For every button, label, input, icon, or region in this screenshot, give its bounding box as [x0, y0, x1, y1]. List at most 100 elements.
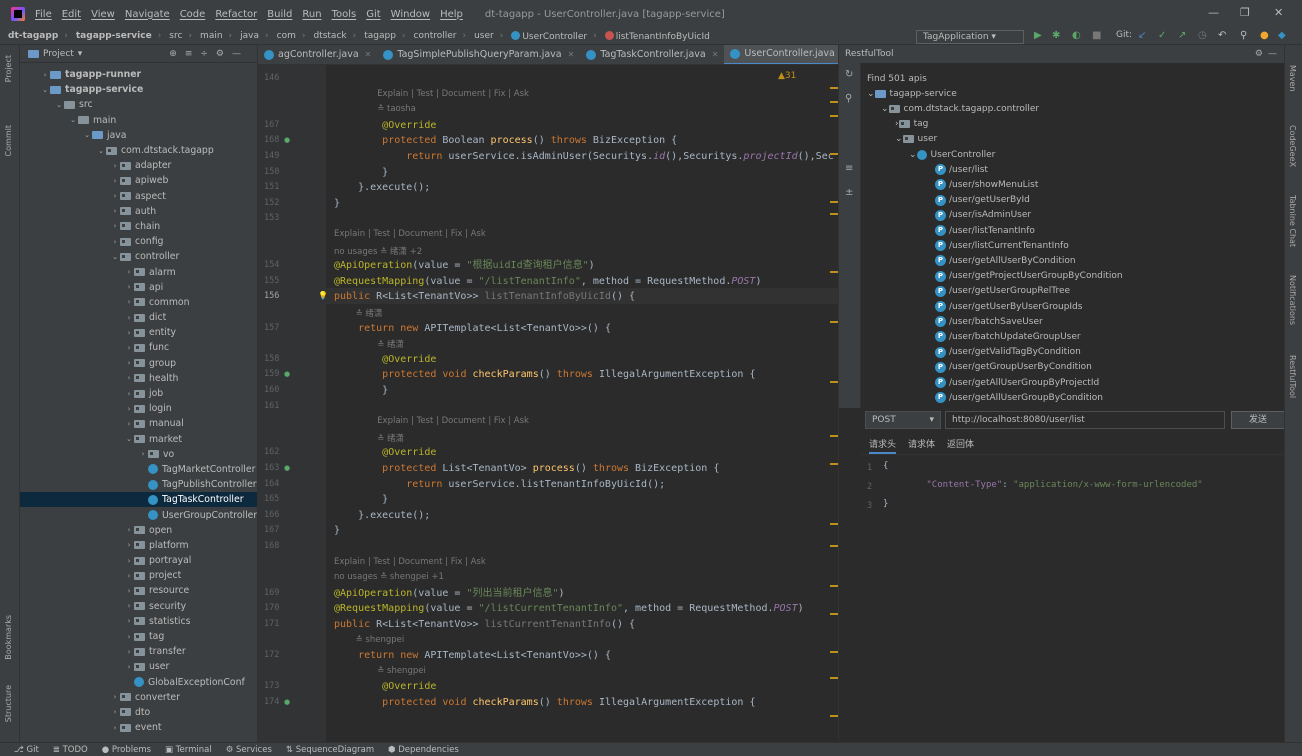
- warning-marker[interactable]: [830, 435, 838, 437]
- warning-marker[interactable]: [830, 213, 838, 215]
- warning-marker[interactable]: [830, 87, 838, 89]
- git-update-icon[interactable]: ↙: [1138, 30, 1146, 41]
- warning-marker[interactable]: [830, 115, 838, 117]
- api-item[interactable]: P/user/isAdminUser: [935, 208, 1031, 223]
- tab-agcontroller-java[interactable]: agController.java ✕: [258, 45, 377, 64]
- codegeex-tool-tab[interactable]: CodeGeeX: [1288, 125, 1297, 167]
- restfultool-tool-tab[interactable]: RestfulTool: [1288, 355, 1297, 398]
- tree-item-tag[interactable]: › tag: [20, 629, 257, 644]
- coverage-icon[interactable]: ◐: [1072, 30, 1081, 41]
- warning-marker[interactable]: [830, 545, 838, 547]
- expand-arrow-icon[interactable]: ›: [124, 602, 134, 610]
- tree-item-tagmarketcontroller[interactable]: TagMarketController: [20, 462, 257, 477]
- tree-item-platform[interactable]: › platform: [20, 538, 257, 553]
- tree-item-com.dtstack.tagapp[interactable]: ⌄ com.dtstack.tagapp: [20, 143, 257, 158]
- panel-actions-icon[interactable]: ⊕≡÷⚙—: [169, 49, 249, 59]
- filter-icon[interactable]: ≡: [845, 163, 853, 174]
- tree-item-api[interactable]: › api: [20, 280, 257, 295]
- tree-item-security[interactable]: › security: [20, 599, 257, 614]
- git-commit-icon[interactable]: ✓: [1158, 30, 1166, 41]
- tab-request-body[interactable]: 请求体: [908, 437, 935, 454]
- expand-arrow-icon[interactable]: ›: [124, 298, 134, 306]
- send-button[interactable]: 发送: [1231, 411, 1285, 429]
- warnings-indicator[interactable]: ▲31: [778, 71, 796, 81]
- expand-all-icon[interactable]: ±: [845, 187, 853, 198]
- expand-arrow-icon[interactable]: ›: [110, 192, 120, 200]
- expand-arrow-icon[interactable]: ›: [124, 344, 134, 352]
- tabnine-chat-tool-tab[interactable]: Tabnine Chat: [1288, 195, 1297, 247]
- api-item[interactable]: P/user/batchSaveUser: [935, 314, 1043, 329]
- breadcrumb-dt-tagapp[interactable]: dt-tagapp: [8, 31, 58, 41]
- tree-item-dto[interactable]: › dto: [20, 705, 257, 720]
- api-item[interactable]: P/user/getAllUserGroupByCondition: [935, 390, 1103, 405]
- expand-arrow-icon[interactable]: ›: [124, 648, 134, 656]
- breadcrumb-tagapp[interactable]: tagapp: [364, 31, 396, 41]
- tree-item-login[interactable]: › login: [20, 401, 257, 416]
- commit-tool-tab[interactable]: Commit: [4, 125, 13, 156]
- expand-arrow-icon[interactable]: ›: [124, 405, 134, 413]
- expand-arrow-icon[interactable]: ›: [124, 420, 134, 428]
- bottom-tab-git[interactable]: ⎇ Git: [14, 745, 39, 755]
- tree-item-tagapp-service[interactable]: ⌄ tagapp-service: [20, 82, 257, 97]
- tree-item-market[interactable]: ⌄ market: [20, 432, 257, 447]
- api-item[interactable]: P/user/showMenuList: [935, 177, 1038, 192]
- expand-arrow-icon[interactable]: ›: [40, 71, 50, 79]
- expand-arrow-icon[interactable]: ›: [138, 450, 148, 458]
- breadcrumb-src[interactable]: src: [169, 31, 182, 41]
- expand-arrow-icon[interactable]: ›: [124, 572, 134, 580]
- menu-refactor[interactable]: Refactor: [215, 9, 257, 20]
- tree-item-portrayal[interactable]: › portrayal: [20, 553, 257, 568]
- tab-response-body[interactable]: 返回体: [947, 437, 974, 454]
- close-icon[interactable]: ✕: [1274, 6, 1283, 19]
- tree-item-event[interactable]: › event: [20, 720, 257, 735]
- notifications-tool-tab[interactable]: Notifications: [1288, 275, 1297, 325]
- breadcrumb-usercontroller[interactable]: UserController: [511, 30, 587, 42]
- override-gutter-icon[interactable]: ●: [284, 698, 290, 706]
- tree-item-alarm[interactable]: › alarm: [20, 264, 257, 279]
- warning-marker[interactable]: [830, 381, 838, 383]
- close-tab-icon[interactable]: ✕: [568, 50, 575, 59]
- expand-arrow-icon[interactable]: ›: [124, 268, 134, 276]
- tree-item-auth[interactable]: › auth: [20, 204, 257, 219]
- menu-build[interactable]: Build: [267, 9, 292, 20]
- close-tab-icon[interactable]: ✕: [712, 50, 719, 59]
- tree-item-tagtaskcontroller[interactable]: TagTaskController: [20, 492, 257, 508]
- tree-item-converter[interactable]: › converter: [20, 690, 257, 705]
- tree-node-user[interactable]: ⌄ user: [895, 132, 937, 147]
- warning-marker[interactable]: [830, 715, 838, 717]
- api-item[interactable]: P/user/listCurrentTenantInfo: [935, 238, 1069, 253]
- menu-tools[interactable]: Tools: [332, 9, 357, 20]
- warning-marker[interactable]: [830, 101, 838, 103]
- git-push-icon[interactable]: ↗: [1178, 30, 1186, 41]
- expand-arrow-icon[interactable]: ›: [124, 314, 134, 322]
- api-item[interactable]: P/user/getGroupUserByCondition: [935, 360, 1092, 375]
- rollback-icon[interactable]: ↶: [1218, 30, 1226, 41]
- tree-node-tag[interactable]: › tag: [895, 117, 928, 132]
- bottom-tab-services[interactable]: ⚙ Services: [226, 745, 272, 755]
- expand-arrow-icon[interactable]: ›: [110, 724, 120, 732]
- tree-item-main[interactable]: ⌄ main: [20, 113, 257, 128]
- tree-item-func[interactable]: › func: [20, 340, 257, 355]
- maven-tool-tab[interactable]: Maven: [1288, 65, 1297, 92]
- expand-arrow-icon[interactable]: ›: [124, 374, 134, 382]
- tree-item-open[interactable]: › open: [20, 523, 257, 538]
- close-tab-icon[interactable]: ✕: [365, 50, 372, 59]
- expand-arrow-icon[interactable]: ›: [124, 663, 134, 671]
- expand-arrow-icon[interactable]: ⌄: [895, 134, 903, 144]
- warning-marker[interactable]: [830, 321, 838, 323]
- tree-item-job[interactable]: › job: [20, 386, 257, 401]
- tree-item-java[interactable]: ⌄ java: [20, 128, 257, 143]
- menu-git[interactable]: Git: [366, 9, 380, 20]
- http-method-select[interactable]: POST ▾: [865, 411, 941, 429]
- tree-module[interactable]: ⌄ tagapp-service: [867, 86, 957, 101]
- expand-arrow-icon[interactable]: ›: [124, 390, 134, 398]
- override-gutter-icon[interactable]: ●: [284, 370, 290, 378]
- tree-item-transfer[interactable]: › transfer: [20, 644, 257, 659]
- breadcrumb-java[interactable]: java: [240, 31, 259, 41]
- expand-arrow-icon[interactable]: ⌄: [867, 89, 875, 99]
- warning-marker[interactable]: [830, 613, 838, 615]
- run-icon[interactable]: ▶: [1034, 30, 1042, 41]
- debug-icon[interactable]: ✱: [1052, 30, 1060, 41]
- tab-tagtaskcontroller-java[interactable]: TagTaskController.java ✕: [580, 45, 724, 64]
- warning-marker[interactable]: [830, 153, 838, 155]
